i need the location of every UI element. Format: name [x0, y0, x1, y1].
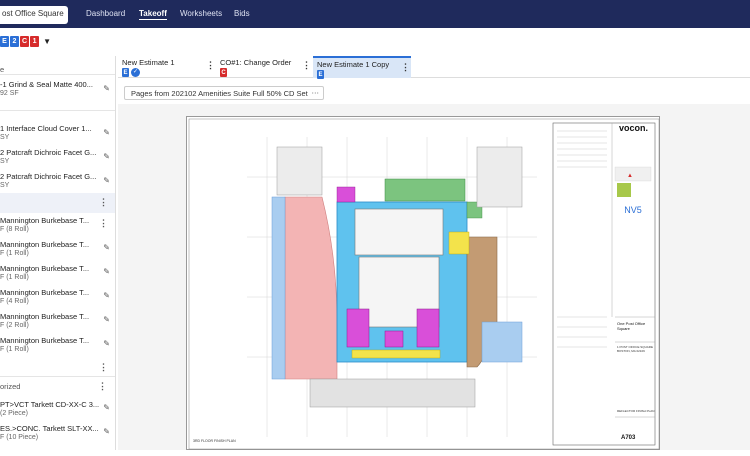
- item-title: Mannington Burkebase T...: [0, 216, 90, 225]
- edit-icon[interactable]: ✎: [103, 128, 110, 137]
- item-title: ES.>CONC. Tarkett SLT-XX...: [0, 424, 99, 433]
- drawing-title: REFLECTOR FINISH PLAN: [617, 409, 655, 413]
- estimate-count[interactable]: 2: [10, 35, 19, 47]
- change-order-badge: C: [220, 68, 227, 77]
- change-order-badge-c[interactable]: C: [20, 35, 30, 47]
- nav-bids[interactable]: Bids: [234, 9, 250, 18]
- edit-icon[interactable]: ✎: [103, 315, 110, 324]
- tab-new-estimate-1[interactable]: New Estimate 1 E ✓ ⋮: [118, 56, 215, 78]
- item-title: 2 Patcraft Dichroic Facet G...: [0, 172, 97, 181]
- top-nav-bar: ost Office Square Dashboard Takeoff Work…: [0, 0, 750, 28]
- item-quantity: F (4 Roll): [0, 298, 29, 305]
- list-item[interactable]: Mannington Burkebase T... F (2 Roll) ✎: [0, 312, 115, 336]
- item-title: -1 Grind & Seal Matte 400...: [0, 80, 93, 89]
- list-item[interactable]: Mannington Burkebase T... F (1 Roll) ✎: [0, 336, 115, 360]
- item-quantity: SY: [0, 182, 10, 189]
- drawing-sheet[interactable]: ▲ NV5 vocon. One Post Office Square 1 PO…: [186, 116, 660, 450]
- more-options-icon[interactable]: ⋮: [302, 60, 311, 71]
- item-title: Mannington Burkebase T...: [0, 288, 90, 297]
- item-quantity: F (1 Roll): [0, 346, 29, 353]
- list-item[interactable]: -1 Grind & Seal Matte 400... 92 SF ✎: [0, 76, 115, 100]
- nav-dashboard[interactable]: Dashboard: [86, 9, 125, 18]
- consultant-logo: NV5: [624, 205, 642, 215]
- item-quantity: SY: [0, 134, 10, 141]
- item-title: PT>VCT Tarkett CD-XX-C 3...: [0, 400, 100, 409]
- list-item[interactable]: Mannington Burkebase T... F (1 Roll) ✎: [0, 264, 115, 288]
- item-title: Mannington Burkebase T...: [0, 336, 90, 345]
- project-selector[interactable]: ost Office Square: [0, 6, 68, 24]
- estimate-badges[interactable]: E 2 C 1 ▼: [0, 35, 51, 47]
- list-item[interactable]: Mannington Burkebase T... F (4 Roll) ✎: [0, 288, 115, 312]
- list-item[interactable]: PT>VCT Tarkett CD-XX-C 3... (2 Piece) ✎: [0, 400, 115, 424]
- tab-label: CO#1: Change Order: [220, 58, 292, 67]
- tab-label: New Estimate 1 Copy: [317, 60, 390, 69]
- item-quantity: F (10 Piece): [0, 434, 39, 441]
- sheet-selector[interactable]: Pages from 202102 Amenities Suite Full 5…: [124, 86, 324, 100]
- list-item[interactable]: 2 Patcraft Dichroic Facet G... SY ✎: [0, 168, 115, 192]
- estimate-tabs: New Estimate 1 E ✓ ⋮ CO#1: Change Order …: [118, 56, 750, 79]
- sheet-selector-label: Pages from 202102 Amenities Suite Full 5…: [131, 89, 308, 98]
- group-header-selected[interactable]: ⋮: [0, 193, 115, 213]
- item-quantity: F (1 Roll): [0, 250, 29, 257]
- edit-icon[interactable]: ✎: [103, 403, 110, 412]
- item-quantity: F (8 Roll): [0, 226, 29, 233]
- edit-icon[interactable]: ✎: [103, 339, 110, 348]
- group-footer[interactable]: ⋮: [0, 360, 115, 374]
- divider: [0, 110, 115, 111]
- floor-plan-drawing[interactable]: ▲ NV5: [187, 117, 661, 451]
- more-options-icon[interactable]: ⋮: [99, 218, 108, 229]
- group-header[interactable]: e: [0, 65, 4, 74]
- edit-icon[interactable]: ✎: [103, 84, 110, 93]
- tab-change-order[interactable]: CO#1: Change Order C ⋮: [216, 56, 311, 78]
- item-quantity: SY: [0, 158, 10, 165]
- list-item[interactable]: ES.>CONC. Tarkett SLT-XX... F (10 Piece)…: [0, 424, 115, 448]
- list-item[interactable]: 2 Patcraft Dichroic Facet G... SY ✎: [0, 144, 115, 168]
- divider: [0, 74, 115, 75]
- item-quantity: 92 SF: [0, 90, 19, 97]
- more-options-icon[interactable]: ⋮: [401, 62, 410, 73]
- estimate-badge-e[interactable]: E: [0, 35, 9, 47]
- check-circle-icon: ✓: [131, 68, 140, 77]
- more-options-icon[interactable]: ⋮: [98, 381, 107, 392]
- item-title: 1 Interface Cloud Cover 1...: [0, 124, 92, 133]
- estimate-badge: E: [122, 68, 129, 77]
- edit-icon[interactable]: ✎: [103, 267, 110, 276]
- plan-title: 3RD FLOOR FINISH PLAN: [193, 439, 236, 443]
- item-title: Mannington Burkebase T...: [0, 264, 90, 273]
- group-header-uncategorized[interactable]: orized: [0, 382, 20, 391]
- tab-new-estimate-1-copy[interactable]: New Estimate 1 Copy E ⋮: [313, 56, 411, 79]
- item-title: 2 Patcraft Dichroic Facet G...: [0, 148, 97, 157]
- consultant-logo: ▲: [627, 173, 633, 179]
- edit-icon[interactable]: ✎: [103, 176, 110, 185]
- list-item[interactable]: Mannington Burkebase T... F (1 Roll) ✎: [0, 240, 115, 264]
- item-title: Mannington Burkebase T...: [0, 240, 90, 249]
- list-item[interactable]: Mannington Burkebase T... F (8 Roll) ⋮: [0, 216, 115, 240]
- nav-takeoff[interactable]: Takeoff: [139, 9, 167, 20]
- item-quantity: (2 Piece): [0, 410, 29, 417]
- more-options-icon[interactable]: ⋮: [99, 197, 108, 208]
- more-options-icon[interactable]: ⋮: [99, 362, 108, 373]
- item-title: Mannington Burkebase T...: [0, 312, 90, 321]
- sheet-number: A703: [621, 435, 636, 441]
- list-item[interactable]: 1 Interface Cloud Cover 1... SY ✎: [0, 120, 115, 144]
- project-name: One Post Office Square: [617, 321, 646, 331]
- estimate-badge: E: [317, 70, 324, 79]
- takeoff-sidebar: e -1 Grind & Seal Matte 400... 92 SF ✎ 1…: [0, 56, 116, 450]
- more-options-icon[interactable]: ⋯: [312, 88, 320, 97]
- nav-worksheets[interactable]: Worksheets: [180, 9, 222, 18]
- item-quantity: F (1 Roll): [0, 274, 29, 281]
- edit-icon[interactable]: ✎: [103, 152, 110, 161]
- edit-icon[interactable]: ✎: [103, 427, 110, 436]
- vocon-logo: vocon.: [619, 123, 649, 133]
- edit-icon[interactable]: ✎: [103, 243, 110, 252]
- tab-label: New Estimate 1: [122, 58, 175, 67]
- more-options-icon[interactable]: ⋮: [206, 60, 215, 71]
- project-address: 1 POST OFFICE SQUARE BOSTON, MA 02109: [617, 345, 653, 353]
- item-quantity: F (2 Roll): [0, 322, 29, 329]
- divider: [0, 376, 115, 377]
- chevron-down-icon[interactable]: ▼: [43, 37, 51, 46]
- change-order-count[interactable]: 1: [30, 35, 40, 47]
- edit-icon[interactable]: ✎: [103, 291, 110, 300]
